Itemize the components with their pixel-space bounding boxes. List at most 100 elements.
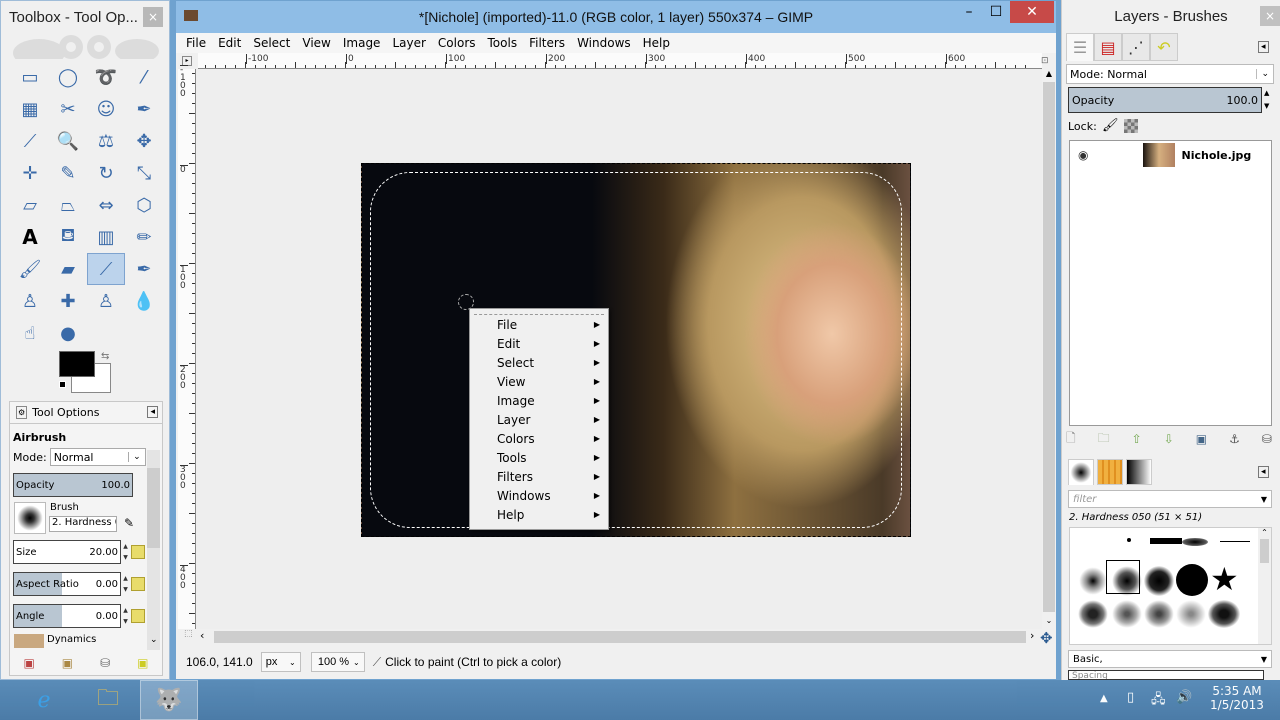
- delete-options-icon[interactable]: ⛁: [100, 656, 110, 670]
- mode-select[interactable]: Normal ⌄: [49, 448, 146, 466]
- new-layer-group-icon[interactable]: 🗀: [1098, 429, 1110, 450]
- ellipse-select-tool-button[interactable]: ◯: [49, 61, 87, 93]
- brush-item[interactable]: [1208, 600, 1240, 628]
- scroll-up-icon[interactable]: ▲: [1042, 69, 1056, 78]
- context-menu-item-edit[interactable]: Edit ▶: [470, 334, 608, 353]
- brush-item[interactable]: [1176, 600, 1206, 628]
- text-tool-button[interactable]: A: [11, 221, 49, 253]
- aspect-ratio-slider[interactable]: Aspect Ratio 0.00 ▲ ▼: [13, 572, 128, 596]
- brush-item[interactable]: [1078, 566, 1108, 596]
- context-menu-item-tools[interactable]: Tools ▶: [470, 448, 608, 467]
- maximize-button[interactable]: ☐: [982, 1, 1010, 23]
- lock-pixels-icon[interactable]: 🖌: [1102, 118, 1119, 133]
- dynamics-icon[interactable]: [14, 634, 44, 648]
- rect-select-tool-button[interactable]: ▭: [11, 61, 49, 93]
- panel-menu-icon[interactable]: ◂: [147, 406, 158, 418]
- zoom-tool-button[interactable]: 🔍: [49, 125, 87, 157]
- tab-layers[interactable]: ☰: [1066, 33, 1094, 61]
- brush-preview[interactable]: [14, 502, 46, 534]
- vertical-scrollbar[interactable]: ▲ ⌄: [1042, 69, 1056, 629]
- airbrush-tool-button[interactable]: ⟋: [87, 253, 125, 285]
- fg-bg-colors[interactable]: ⇆: [59, 351, 115, 395]
- scroll-down-icon[interactable]: ⌄: [1042, 616, 1056, 625]
- smudge-tool-button[interactable]: ☝: [11, 317, 49, 349]
- menu-image[interactable]: Image: [343, 36, 381, 50]
- scroll-right-icon[interactable]: ›: [1030, 629, 1034, 642]
- close-button[interactable]: ✕: [1010, 1, 1054, 23]
- restore-options-icon[interactable]: ▣: [62, 656, 73, 670]
- image-canvas[interactable]: [361, 163, 911, 537]
- layer-mode-select[interactable]: Mode: Normal ⌄: [1066, 64, 1274, 84]
- duplicate-layer-icon[interactable]: ▣: [1196, 432, 1207, 446]
- brush-grid[interactable]: ★ ⌃: [1069, 527, 1272, 645]
- tab-channels[interactable]: ▤: [1094, 33, 1122, 61]
- reset-colors-icon[interactable]: [59, 381, 66, 388]
- new-layer-icon[interactable]: 🗋: [1066, 429, 1076, 450]
- menu-view[interactable]: View: [302, 36, 330, 50]
- context-menu-item-layer[interactable]: Layer ▶: [470, 410, 608, 429]
- paths-tool-button[interactable]: ✒: [125, 93, 163, 125]
- vertical-ruler[interactable]: -100 0 100 200 300 400: [178, 65, 196, 629]
- brush-item[interactable]: [1078, 600, 1108, 628]
- menu-select[interactable]: Select: [253, 36, 290, 50]
- toggle-quickmask-icon[interactable]: ⬚: [184, 629, 193, 639]
- lock-alpha-icon[interactable]: [1124, 119, 1138, 133]
- opacity-spin-arrows[interactable]: ▲ ▼: [1264, 87, 1269, 113]
- context-menu-item-view[interactable]: View ▶: [470, 372, 608, 391]
- measure-tool-button[interactable]: ⚖: [87, 125, 125, 157]
- brush-item[interactable]: [1182, 538, 1208, 546]
- perspective-clone-tool-button[interactable]: ♙: [87, 285, 125, 317]
- paintbrush-tool-button[interactable]: 🖌: [11, 253, 49, 285]
- vertical-scroll-thumb[interactable]: [1043, 82, 1055, 612]
- layer-row[interactable]: ◉ Nichole.jpg: [1070, 141, 1271, 169]
- opacity-slider[interactable]: Opacity 100.0: [13, 473, 133, 497]
- dock-close-button[interactable]: ×: [1260, 6, 1280, 26]
- brush-item[interactable]: [1220, 541, 1250, 542]
- lower-layer-icon[interactable]: ⇩: [1164, 432, 1174, 446]
- size-slider[interactable]: Size 20.00 ▲ ▼: [13, 540, 128, 564]
- flip-tool-button[interactable]: ⇔: [87, 189, 125, 221]
- move-tool-button[interactable]: ✥: [125, 125, 163, 157]
- context-menu-item-windows[interactable]: Windows ▶: [470, 486, 608, 505]
- menu-file[interactable]: File: [186, 36, 206, 50]
- horizontal-scrollbar[interactable]: ⬚ ‹ ›: [184, 629, 1042, 645]
- tab-brushes[interactable]: [1068, 459, 1094, 485]
- spacing-slider[interactable]: Spacing: [1068, 670, 1264, 680]
- zoom-fit-icon[interactable]: ⊡: [1041, 56, 1049, 66]
- brush-grid-scrollbar[interactable]: ⌃: [1258, 528, 1271, 644]
- bucket-fill-tool-button[interactable]: ⛾: [49, 221, 87, 253]
- edit-brush-icon[interactable]: ✎: [124, 516, 134, 530]
- dock-menu-icon[interactable]: ◂: [1258, 41, 1269, 53]
- link-aspect-icon[interactable]: [131, 577, 145, 591]
- menu-help[interactable]: Help: [643, 36, 670, 50]
- swap-colors-icon[interactable]: ⇆: [101, 351, 109, 362]
- delete-layer-icon[interactable]: ⛁: [1262, 432, 1272, 446]
- canvas-area[interactable]: File ▶ Edit ▶ Select ▶ View ▶ Image ▶ Layer ▶ Colors…: [196, 69, 1042, 629]
- menu-windows[interactable]: Windows: [577, 36, 631, 50]
- scroll-left-icon[interactable]: ‹: [200, 629, 204, 642]
- brush-item[interactable]: [1127, 538, 1131, 542]
- horizontal-ruler[interactable]: -100 0 100 200 300 400 500 600: [198, 53, 1042, 69]
- menu-tools[interactable]: Tools: [488, 36, 518, 50]
- brush-item[interactable]: [1176, 564, 1208, 596]
- crop-tool-button[interactable]: ✎: [49, 157, 87, 189]
- menu-layer[interactable]: Layer: [392, 36, 425, 50]
- scroll-down-icon[interactable]: ⌄: [150, 635, 158, 645]
- brush-item[interactable]: [1150, 538, 1182, 544]
- link-angle-icon[interactable]: [131, 609, 145, 623]
- align-tool-button[interactable]: ✛: [11, 157, 49, 189]
- context-menu-item-image[interactable]: Image ▶: [470, 391, 608, 410]
- file-explorer-icon[interactable]: 🗀: [86, 680, 130, 720]
- tab-patterns[interactable]: [1097, 459, 1123, 485]
- network-icon[interactable]: 🖧: [1151, 690, 1166, 712]
- tool-options-tab[interactable]: ⚙ Tool Options: [10, 402, 162, 424]
- brushes-menu-icon[interactable]: ◂: [1258, 466, 1269, 478]
- angle-slider[interactable]: Angle 0.00 ▲ ▼: [13, 604, 128, 628]
- eraser-tool-button[interactable]: ▰: [49, 253, 87, 285]
- angle-spin-arrows[interactable]: ▲ ▼: [121, 605, 130, 627]
- gimp-taskbar-button[interactable]: 🐺: [140, 680, 198, 720]
- foreground-color-swatch[interactable]: [59, 351, 95, 377]
- clone-tool-button[interactable]: ♙: [11, 285, 49, 317]
- navigate-icon[interactable]: ✥: [1040, 629, 1053, 647]
- tab-paths[interactable]: ⋰: [1122, 33, 1150, 61]
